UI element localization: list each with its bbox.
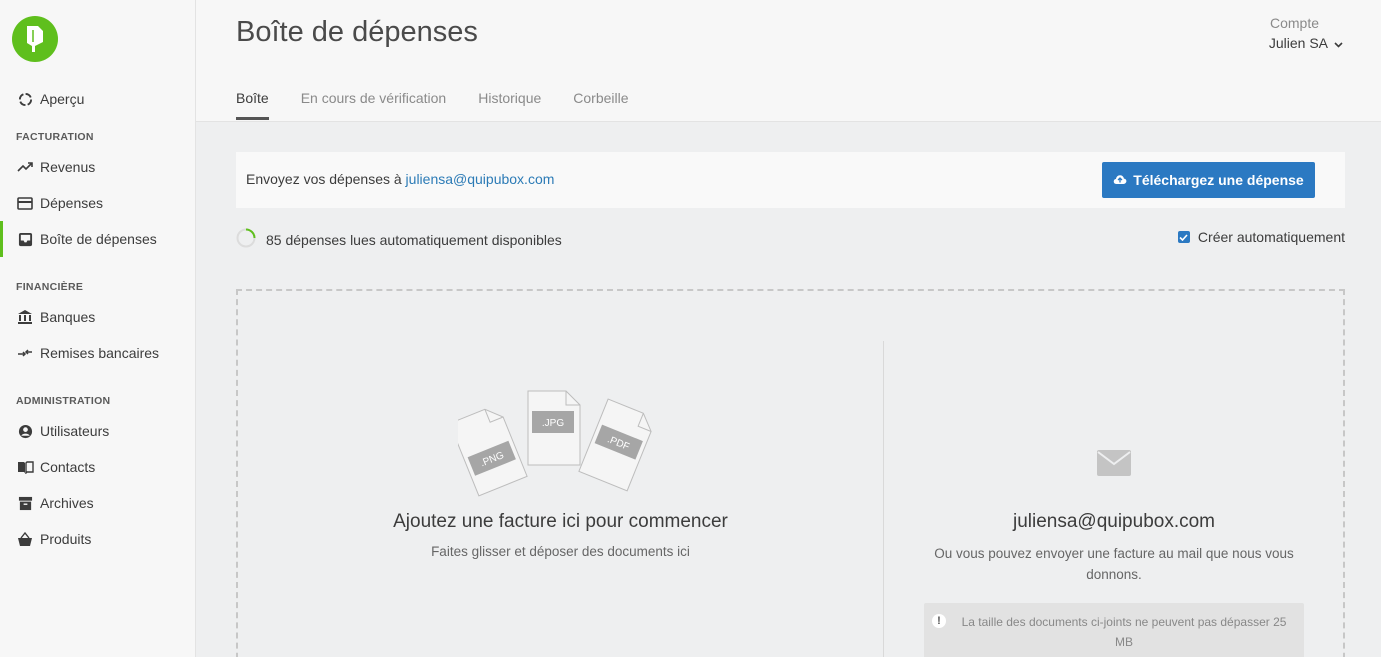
trending-up-icon	[16, 158, 34, 176]
upload-expense-label: Téléchargez une dépense	[1133, 172, 1304, 188]
invoice-dropzone[interactable]: .PNG .PDF .JPG Ajoutez une facture ici p…	[236, 289, 1345, 657]
header: Boîte de dépenses Compte Julien SA Boîte…	[196, 0, 1381, 122]
cloud-upload-icon	[1113, 172, 1127, 188]
auto-create-label: Créer automatiquement	[1197, 229, 1345, 245]
tab-boite[interactable]: Boîte	[236, 90, 269, 120]
inbox-icon	[16, 230, 34, 248]
archive-icon	[16, 494, 34, 512]
tab-corbeille[interactable]: Corbeille	[573, 90, 628, 120]
sidebar-item-label: Aperçu	[40, 91, 85, 107]
sidebar-item-label: Dépenses	[40, 195, 104, 211]
section-administration: ADMINISTRATION	[16, 395, 111, 407]
card-icon	[16, 194, 34, 212]
sidebar-item-label: Produits	[40, 531, 92, 547]
sidebar-item-label: Boîte de dépenses	[40, 231, 157, 247]
sidebar-item-archives[interactable]: Archives	[0, 485, 195, 521]
auto-create-toggle[interactable]: Créer automatiquement	[1177, 229, 1345, 245]
mail-icon	[1097, 450, 1131, 481]
sidebar-item-label: Remises bancaires	[40, 345, 160, 361]
sidebar-item-banques[interactable]: Banques	[0, 299, 195, 335]
email-info-text: Envoyez vos dépenses à juliensa@quipubox…	[246, 171, 554, 187]
email-info-prefix: Envoyez vos dépenses à	[246, 171, 406, 187]
contacts-book-icon	[16, 458, 34, 476]
dropzone-title: Ajoutez une facture ici pour commencer	[393, 511, 728, 532]
account-name: Julien SA	[1268, 35, 1328, 51]
warning-text: La taille des documents ci-joints ne peu…	[961, 615, 1287, 649]
tab-en-cours[interactable]: En cours de vérification	[301, 90, 447, 120]
bank-icon	[16, 308, 34, 326]
auto-read-status: 85 dépenses lues automatiquement disponi…	[236, 228, 562, 251]
sidebar-item-remises-bancaires[interactable]: Remises bancaires	[0, 335, 195, 371]
sidebar-item-contacts[interactable]: Contacts	[0, 449, 195, 485]
user-circle-icon	[16, 422, 34, 440]
exclamation-icon: !	[932, 614, 946, 628]
basket-icon	[16, 530, 34, 548]
account-switcher[interactable]: Julien SA	[1269, 35, 1343, 51]
app-logo[interactable]	[12, 16, 58, 62]
file-label-jpg: .JPG	[542, 418, 564, 429]
sidebar-item-label: Archives	[40, 495, 94, 511]
attachment-size-warning: ! La taille des documents ci-joints ne p…	[924, 603, 1304, 657]
sidebar: Aperçu FACTURATION Revenus Dépenses Boît…	[0, 0, 196, 657]
loading-spinner-icon	[236, 228, 256, 251]
tabs: Boîte En cours de vérification Historiqu…	[236, 90, 661, 120]
sidebar-item-label: Banques	[40, 309, 96, 325]
sidebar-item-boite-de-depenses[interactable]: Boîte de dépenses	[0, 221, 195, 257]
file-types-illustration: .PNG .PDF .JPG	[458, 390, 652, 497]
email-link[interactable]: juliensa@quipubox.com	[406, 171, 555, 187]
sidebar-item-depenses[interactable]: Dépenses	[0, 185, 195, 221]
inbox-email-address: juliensa@quipubox.com	[1012, 511, 1215, 532]
sidebar-item-label: Contacts	[40, 459, 96, 475]
email-instructions: Ou vous pouvez envoyer une facture au ma…	[934, 546, 1294, 582]
auto-create-checkbox[interactable]	[1177, 231, 1190, 243]
dropzone-subtitle: Faites glisser et déposer des documents …	[431, 544, 690, 559]
page-title: Boîte de dépenses	[236, 16, 478, 48]
sidebar-item-label: Revenus	[40, 159, 96, 175]
section-facturation: FACTURATION	[16, 131, 94, 143]
sidebar-item-utilisateurs[interactable]: Utilisateurs	[0, 413, 195, 449]
overview-icon	[16, 90, 34, 108]
transfer-icon	[16, 344, 34, 362]
sidebar-item-revenus[interactable]: Revenus	[0, 149, 195, 185]
section-financiere: FINANCIÈRE	[16, 281, 84, 293]
sidebar-item-apercu[interactable]: Aperçu	[0, 81, 195, 117]
account-label: Compte	[1269, 15, 1319, 31]
email-info-bar: Envoyez vos dépenses à juliensa@quipubox…	[236, 152, 1345, 208]
panel-divider	[883, 341, 884, 657]
auto-read-text: 85 dépenses lues automatiquement disponi…	[266, 231, 562, 248]
tab-historique[interactable]: Historique	[478, 90, 541, 120]
sidebar-item-produits[interactable]: Produits	[0, 521, 195, 557]
upload-expense-button[interactable]: Téléchargez une dépense	[1102, 162, 1315, 198]
sidebar-item-label: Utilisateurs	[40, 423, 110, 439]
chevron-down-icon	[1334, 35, 1343, 51]
